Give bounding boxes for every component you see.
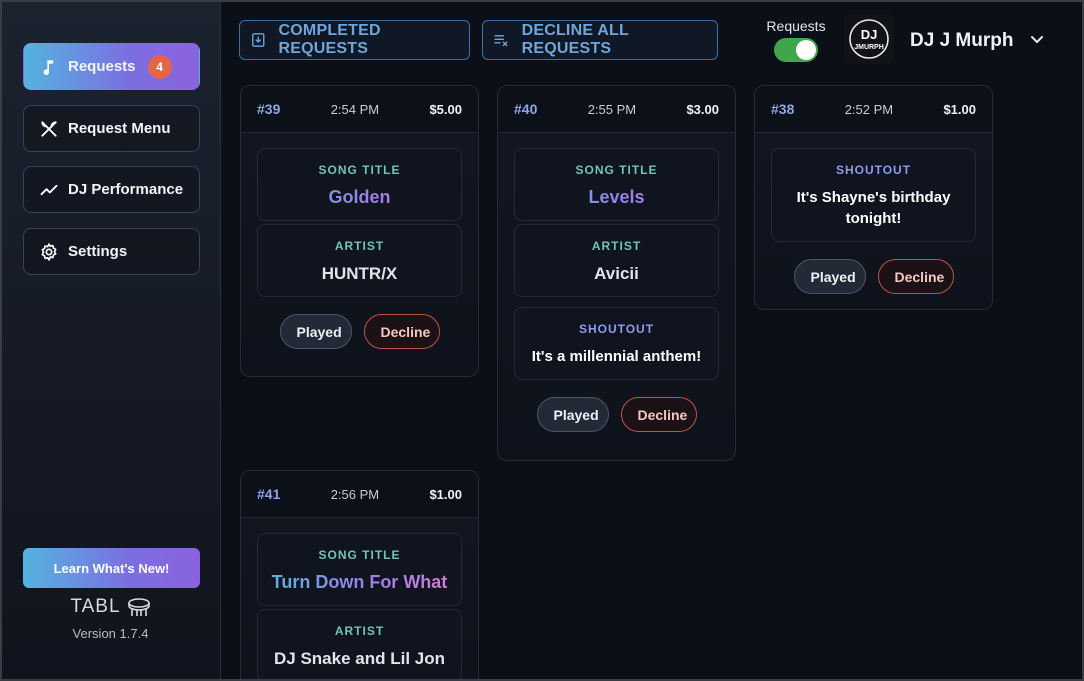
sidebar-item-requests[interactable]: Requests 4 <box>23 43 200 90</box>
user-name[interactable]: DJ J Murph <box>910 30 1013 52</box>
song-title-label: SONG TITLE <box>318 163 401 177</box>
utensils-icon <box>38 118 60 140</box>
request-time: 2:55 PM <box>587 101 637 117</box>
request-number: #40 <box>514 101 538 117</box>
request-number: #41 <box>257 486 281 502</box>
clear-list-icon <box>494 35 508 47</box>
song-title-label: SONG TITLE <box>318 548 401 562</box>
app-version: Version 1.7.4 <box>72 626 149 641</box>
requests-count-badge: 4 <box>147 54 172 79</box>
played-button[interactable]: Played <box>279 314 352 349</box>
artist-name: Avicii <box>594 264 639 283</box>
shoutout-field: SHOUTOUT It's a millennial anthem! <box>514 307 719 380</box>
song-title: Levels <box>521 187 712 208</box>
sidebar-item-request-menu[interactable]: Request Menu <box>23 105 200 152</box>
decline-button[interactable]: Decline <box>620 397 697 432</box>
requests-toggle-label: Requests <box>766 18 826 34</box>
sidebar-item-dj-performance[interactable]: DJ Performance <box>23 166 200 213</box>
brand-block: TABL Version 1.7.4 <box>0 596 221 641</box>
avatar[interactable]: DJ JMURPH <box>844 14 894 64</box>
requests-toggle[interactable] <box>774 38 818 62</box>
artist-label: ARTIST <box>591 239 642 253</box>
archive-download-icon <box>252 33 265 47</box>
chevron-down-icon[interactable] <box>1029 31 1045 47</box>
sidebar-item-label: Request Menu <box>68 120 171 137</box>
shoutout-text: It's a millennial anthem! <box>531 348 702 365</box>
request-price: $1.00 <box>429 486 462 502</box>
request-price: $5.00 <box>429 101 462 117</box>
sidebar-item-label: Settings <box>68 243 128 260</box>
artist-label: ARTIST <box>334 239 385 253</box>
song-title-label: SONG TITLE <box>575 163 658 177</box>
requests-toggle-group: Requests <box>760 18 832 62</box>
request-card: #40 2:55 PM $3.00 SONG TITLE Levels ARTI… <box>497 85 736 461</box>
sidebar-item-label: Requests <box>68 58 136 75</box>
card-header: #39 2:54 PM $5.00 <box>241 86 478 133</box>
completed-requests-label: COMPLETED REQUESTS <box>278 22 381 57</box>
toggle-knob <box>796 40 816 60</box>
shoutout-field: SHOUTOUT It's Shayne's birthday tonight! <box>771 148 976 242</box>
decline-button[interactable]: Decline <box>877 259 954 294</box>
request-card: #39 2:54 PM $5.00 SONG TITLE Golden ARTI… <box>240 85 479 377</box>
shoutout-text: It's Shayne's birthday tonight! <box>796 189 951 227</box>
artist-field: ARTIST HUNTR/X <box>257 224 462 297</box>
shoutout-label: SHOUTOUT <box>578 322 655 336</box>
request-price: $3.00 <box>686 101 719 117</box>
artist-name: HUNTR/X <box>321 264 398 283</box>
song-title-field: SONG TITLE Turn Down For What <box>257 533 462 606</box>
decline-button[interactable]: Decline <box>363 314 440 349</box>
request-card: #41 2:56 PM $1.00 SONG TITLE Turn Down F… <box>240 470 479 681</box>
request-time: 2:52 PM <box>844 101 894 117</box>
card-header: #38 2:52 PM $1.00 <box>755 86 992 133</box>
completed-requests-button[interactable]: COMPLETED REQUESTS <box>239 20 470 60</box>
trending-up-icon <box>38 179 60 201</box>
learn-whats-new-button[interactable]: Learn What's New! <box>23 548 200 588</box>
decline-all-label: DECLINE ALL REQUESTS <box>521 22 629 57</box>
played-button[interactable]: Played <box>793 259 866 294</box>
request-time: 2:56 PM <box>330 486 380 502</box>
artist-field: ARTIST Avicii <box>514 224 719 297</box>
sidebar: Requests 4 Request Menu DJ Performance S… <box>0 0 221 681</box>
card-header: #40 2:55 PM $3.00 <box>498 86 735 133</box>
artist-name: DJ Snake and Lil Jon <box>274 649 445 668</box>
song-title: Turn Down For What <box>264 572 455 593</box>
request-time: 2:54 PM <box>330 101 380 117</box>
played-button[interactable]: Played <box>536 397 609 432</box>
avatar-text-bottom: JMURPH <box>854 44 884 51</box>
music-note-icon <box>38 56 60 78</box>
request-number: #38 <box>771 101 795 117</box>
artist-label: ARTIST <box>334 624 385 638</box>
sidebar-item-label: DJ Performance <box>68 181 184 198</box>
artist-field: ARTIST DJ Snake and Lil Jon <box>257 609 462 681</box>
gear-icon <box>38 241 60 263</box>
song-title-field: SONG TITLE Levels <box>514 148 719 221</box>
brand-name: TABL <box>70 596 121 617</box>
request-price: $1.00 <box>943 101 976 117</box>
sidebar-item-settings[interactable]: Settings <box>23 228 200 275</box>
table-logo-icon <box>127 598 150 616</box>
decline-all-requests-button[interactable]: DECLINE ALL REQUESTS <box>482 20 718 60</box>
avatar-text-top: DJ <box>861 27 878 42</box>
shoutout-label: SHOUTOUT <box>835 163 912 177</box>
request-card: #38 2:52 PM $1.00 SHOUTOUT It's Shayne's… <box>754 85 993 310</box>
card-header: #41 2:56 PM $1.00 <box>241 471 478 518</box>
song-title-field: SONG TITLE Golden <box>257 148 462 221</box>
request-number: #39 <box>257 101 281 117</box>
song-title: Golden <box>264 187 455 208</box>
